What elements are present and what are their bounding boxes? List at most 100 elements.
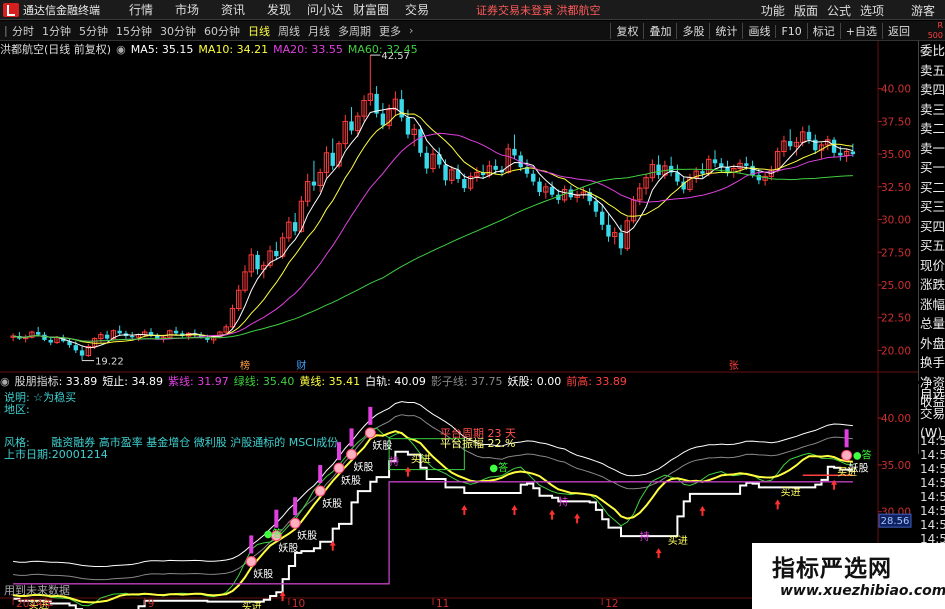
monster-ball-2 <box>289 517 301 529</box>
monster-bar-3 <box>318 465 323 484</box>
candle-body-51 <box>330 152 335 166</box>
orderbook-row-12[interactable]: 涨跌 <box>919 275 945 295</box>
orderbook-row-10[interactable]: 买五 <box>919 236 945 256</box>
monster-label-7: 妖股 <box>849 461 869 474</box>
candle-body-112 <box>712 159 718 164</box>
orderbook-row-16[interactable]: 换手 <box>919 353 945 373</box>
candle-body-17 <box>117 330 122 334</box>
candle-body-127 <box>806 131 812 140</box>
settings-icon[interactable]: ◉ <box>0 375 10 388</box>
event-marker-2: 张 <box>729 360 739 372</box>
orderbook-row-3[interactable]: 卖三 <box>919 100 945 120</box>
settings-icon[interactable]: ◉ <box>116 43 126 56</box>
candle-body-93 <box>593 201 599 212</box>
candle-body-80 <box>512 148 517 156</box>
monster-bar-7 <box>844 429 849 448</box>
indicator-legend-title[interactable]: 股朋指标 <box>15 373 59 389</box>
good-signal-1: ●答 <box>489 461 508 474</box>
candle-body-42 <box>274 250 279 257</box>
orderbook-row-6[interactable]: 买一 <box>919 158 945 178</box>
ma-legend-2: MA20: 33.55 <box>273 42 343 56</box>
candle-body-19 <box>130 335 135 338</box>
chart-canvas: 42.5719.22榜财张 买进买进买进买进买进买进买进妖股妖股妖股妖股妖股妖股… <box>0 41 945 609</box>
x-tick-label-3: 11 <box>436 598 449 609</box>
side-button-0[interactable]: 自选 <box>919 384 945 404</box>
orderbook-row-2[interactable]: 卖四 <box>919 80 945 100</box>
buy-arrow-9 <box>461 505 468 515</box>
buy-arrow-13 <box>655 548 662 559</box>
ma-legend-3: MA60: 32.45 <box>347 42 418 56</box>
buy-label-5: 买进 <box>781 486 801 498</box>
buy-label-3: 买进 <box>411 454 431 466</box>
watermark-title: 指标严选网 <box>772 556 892 582</box>
orderbook-row-4[interactable]: 卖二 <box>919 119 945 139</box>
price-tick-label-3: 27.50 <box>881 247 911 259</box>
order-book: 委比 卖五 卖四 卖三 卖二 卖一 买一 买二 买三 买四 买五 现价 涨跌 涨幅 总量 外盘 换手 净资 收益 <box>918 41 945 409</box>
buy-arrow-14 <box>699 505 706 516</box>
ind-tick-label-2: 35.00 <box>881 460 911 472</box>
candle-body-86 <box>549 186 555 195</box>
orderbook-row-7[interactable]: 买二 <box>919 178 945 198</box>
candle-body-69 <box>443 164 448 181</box>
listing-value: 20001214 <box>51 448 108 461</box>
monster-bar-6 <box>368 406 373 425</box>
orderbook-row-8[interactable]: 买三 <box>919 197 945 217</box>
monster-bar-0 <box>249 535 254 554</box>
monster-label-2: 妖股 <box>297 529 317 542</box>
price-tick-label-7: 37.50 <box>881 116 911 128</box>
orderbook-row-5[interactable]: 卖一 <box>919 139 945 159</box>
indicator-legend-item-7: 妖股: 0.00 <box>507 375 562 388</box>
orderbook-row-14[interactable]: 总量 <box>919 314 945 334</box>
monster-label-1: 妖股 <box>278 542 298 555</box>
indicator-legend-item-8: 前高: 33.89 <box>566 375 627 388</box>
x-tick-label-1: 9 <box>148 598 155 609</box>
candle-body-97 <box>618 232 624 249</box>
monster-ball-7 <box>841 449 853 461</box>
orderbook-row-11[interactable]: 现价 <box>919 256 945 276</box>
candle-body-62 <box>399 99 404 118</box>
candle-body-5 <box>42 334 47 340</box>
candle-body-66 <box>424 152 429 169</box>
price-tick-label-6: 35.00 <box>881 149 911 161</box>
monster-ball-6 <box>364 427 376 439</box>
candle-body-11 <box>79 350 85 356</box>
buy-label-4: 买进 <box>668 535 688 547</box>
buy-label-2: 买进 <box>242 601 262 609</box>
monster-label-6: 妖股 <box>372 439 392 452</box>
monster-ball-4 <box>333 462 345 474</box>
orderbook-row-13[interactable]: 涨幅 <box>919 295 945 315</box>
price-tick-label-2: 25.00 <box>881 280 911 292</box>
candle-body-110 <box>700 171 705 174</box>
monster-ball-5 <box>346 448 358 460</box>
ind-tick-label-3: 40.00 <box>881 413 911 425</box>
candle-body-77 <box>493 165 498 170</box>
orderbook-row-0[interactable]: 委比 <box>919 41 945 61</box>
ma-legend-1: MA10: 34.21 <box>198 42 269 56</box>
indicator-legend: ◉ 股朋指标 : 33.89 短止: 34.89 紫线: 31.97 绿线: 35.4… <box>0 373 632 389</box>
price-legend-title[interactable]: 洪都航空(日线 前复权) <box>0 41 111 57</box>
candle-body-15 <box>104 334 110 339</box>
side-button-2[interactable]: (W) <box>919 423 945 443</box>
orderbook-row-15[interactable]: 外盘 <box>919 334 945 354</box>
candle-body-117 <box>744 163 749 166</box>
hold-label-1: 持 <box>558 495 568 508</box>
x-tick-label-2: 10 <box>292 598 305 609</box>
yellow-line <box>12 430 853 604</box>
monster-bar-5 <box>349 428 354 447</box>
candle-body-4 <box>36 332 41 335</box>
candle-body-63 <box>405 117 411 135</box>
candle-body-45 <box>292 222 298 232</box>
side-button-1[interactable]: 交易 <box>919 404 945 424</box>
good-signal-2: ●答 <box>853 449 872 462</box>
monster-ball-0 <box>245 555 257 567</box>
orderbook-row-1[interactable]: 卖五 <box>919 61 945 81</box>
candle-body-84 <box>537 181 542 193</box>
candle-body-65 <box>418 129 423 153</box>
good-signal-0: ●答 <box>264 527 283 540</box>
hour-label-6: 14:56 <box>920 518 945 532</box>
hold-label-0: 持 <box>389 455 399 468</box>
buy-arrow-10 <box>511 505 518 515</box>
orderbook-row-9[interactable]: 买四 <box>919 217 945 237</box>
candle-body-48 <box>311 181 317 186</box>
candle-body-103 <box>656 164 661 176</box>
